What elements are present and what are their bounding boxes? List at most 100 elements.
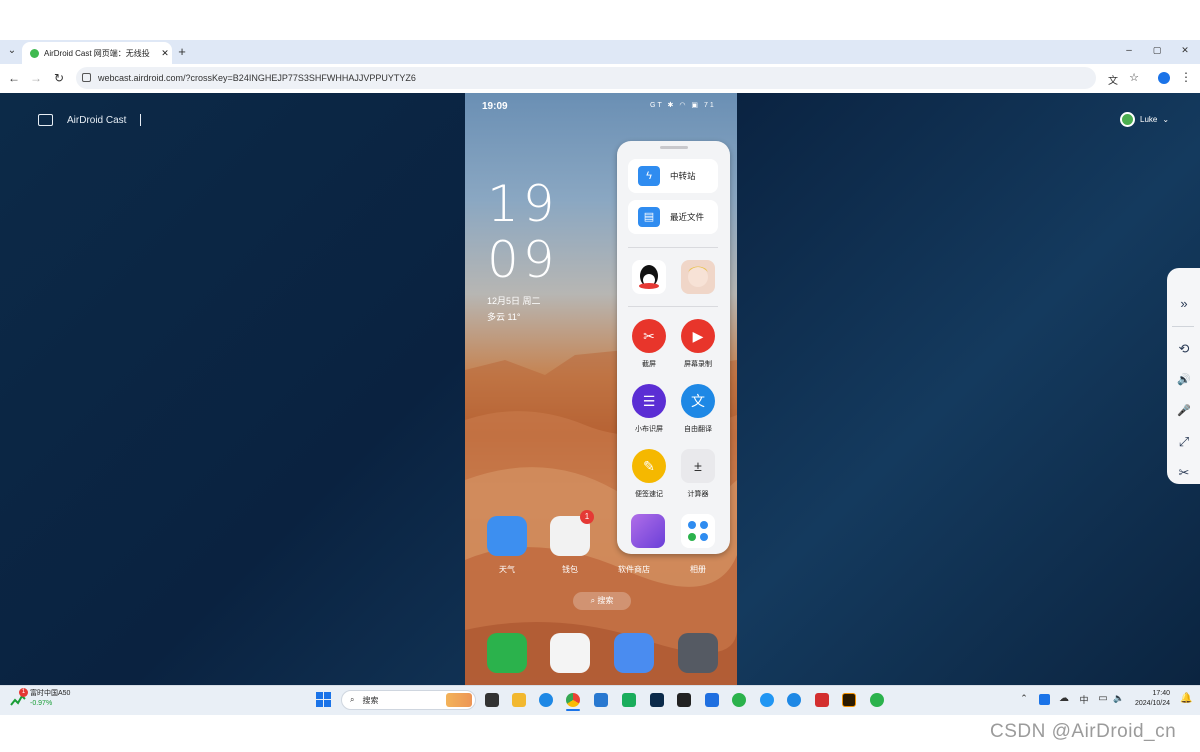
screen-record-tool[interactable]: ▶ 屏幕录制 bbox=[680, 319, 716, 369]
lightning-icon: ϟ bbox=[638, 166, 660, 186]
photoshop-icon[interactable] bbox=[650, 693, 664, 707]
forward-arrow-icon[interactable]: → bbox=[30, 71, 42, 85]
brand-divider bbox=[140, 114, 142, 126]
avatar bbox=[1120, 112, 1135, 127]
transfer-station-card[interactable]: ϟ 中转站 bbox=[628, 159, 718, 193]
tab-title: AirDroid Cast 网页端：无线投 bbox=[44, 48, 150, 58]
panel-divider bbox=[628, 306, 718, 307]
profile-icon[interactable] bbox=[1158, 72, 1170, 84]
taskbar-clock[interactable]: 17:40 2024/10/24 bbox=[1135, 689, 1170, 709]
tool-label: 截屏 bbox=[642, 361, 656, 368]
reload-icon[interactable]: ↻ bbox=[53, 71, 65, 85]
wallet-badge: 1 bbox=[580, 510, 594, 524]
airdroid-cast-icon[interactable] bbox=[870, 693, 884, 707]
recent-files-card[interactable]: ▤ 最近文件 bbox=[628, 200, 718, 234]
wechat-work-icon[interactable] bbox=[622, 693, 636, 707]
card-label: 中转站 bbox=[670, 171, 696, 181]
card-label: 最近文件 bbox=[670, 212, 705, 222]
collapse-chevron-icon[interactable]: » bbox=[1174, 294, 1194, 314]
watermark: CSDN @AirDroid_cn bbox=[990, 721, 1177, 742]
chrome-icon[interactable] bbox=[566, 693, 580, 707]
camera-app-icon[interactable] bbox=[678, 633, 718, 673]
close-window-button[interactable]: ✕ bbox=[1178, 45, 1192, 56]
task-view-icon[interactable] bbox=[485, 693, 499, 707]
capture-icon[interactable] bbox=[677, 693, 691, 707]
screen-recognition-tool[interactable]: ☰ 小布识屏 bbox=[631, 384, 667, 434]
notifications-bell-icon[interactable]: 🔔 bbox=[1180, 693, 1192, 704]
rotate-icon[interactable]: ⟲ bbox=[1174, 339, 1194, 359]
tool-label: 屏幕录制 bbox=[684, 361, 712, 368]
qq-app-icon[interactable] bbox=[632, 260, 666, 294]
tab-close-button[interactable]: ✕ bbox=[158, 48, 172, 59]
illustrator-icon[interactable] bbox=[842, 693, 856, 707]
cloud-icon[interactable]: ☁ bbox=[1058, 693, 1070, 704]
gallery-app-icon[interactable] bbox=[631, 514, 665, 548]
translate-icon[interactable]: 文 bbox=[1106, 72, 1120, 87]
airdroid-cast-brand: AirDroid Cast bbox=[38, 112, 142, 128]
tray-app-icon[interactable] bbox=[1039, 694, 1050, 705]
windows-start-icon[interactable] bbox=[316, 692, 331, 707]
browser-tab[interactable]: AirDroid Cast 网页端：无线投 ✕ bbox=[22, 42, 172, 64]
tool-label: 小布识屏 bbox=[635, 426, 663, 433]
home-search-pill[interactable]: ⌕ 搜索 bbox=[573, 592, 631, 610]
site-info-icon[interactable] bbox=[82, 73, 91, 82]
home-app-label: 钱包 bbox=[562, 565, 578, 574]
url-text: webcast.airdroid.com/?crossKey=B24INGHEJ… bbox=[98, 73, 416, 83]
home-app-label: 天气 bbox=[499, 565, 515, 574]
apps-grid-icon[interactable] bbox=[681, 514, 715, 548]
scissors-icon: ✂ bbox=[632, 319, 666, 353]
weather-app-icon[interactable] bbox=[487, 516, 527, 556]
mic-muted-icon[interactable]: 🎤 bbox=[1174, 401, 1194, 421]
clock-hour: 19 bbox=[487, 175, 559, 233]
game-app-icon[interactable] bbox=[681, 260, 715, 294]
address-bar[interactable]: webcast.airdroid.com/?crossKey=B24INGHEJ… bbox=[76, 67, 1096, 89]
date-text: 12月5日 周二 bbox=[487, 296, 541, 306]
tray-chevron-up-icon[interactable]: ⌃ bbox=[1018, 693, 1030, 704]
folder-clock-icon: ▤ bbox=[638, 207, 660, 227]
notes-tool[interactable]: ✎ 便签速记 bbox=[631, 449, 667, 499]
screenshot-tool[interactable]: ✂ 截屏 bbox=[631, 319, 667, 369]
tool-label: 自由翻译 bbox=[684, 426, 712, 433]
scan-icon: ☰ bbox=[632, 384, 666, 418]
menu-kebab-icon[interactable]: ⋮ bbox=[1180, 70, 1192, 84]
phone-app-icon[interactable] bbox=[487, 633, 527, 673]
translate-tool[interactable]: 文 自由翻译 bbox=[680, 384, 716, 434]
user-name: Luke bbox=[1140, 115, 1158, 124]
tab-search-chevron-icon[interactable]: ⌄ bbox=[6, 45, 18, 56]
cast-logo-icon bbox=[38, 114, 53, 126]
search-highlight-icon bbox=[446, 693, 472, 707]
disconnect-icon[interactable]: ✂ bbox=[1174, 463, 1194, 483]
pointer-app-icon[interactable] bbox=[705, 693, 719, 707]
new-tab-button[interactable]: + bbox=[176, 44, 188, 59]
edge-icon[interactable] bbox=[539, 693, 553, 707]
file-explorer-icon[interactable] bbox=[512, 693, 526, 707]
control-divider bbox=[1172, 326, 1194, 327]
clock-minute: 09 bbox=[487, 231, 559, 289]
calculator-tool[interactable]: ± 计算器 bbox=[680, 449, 716, 499]
brand-name: AirDroid Cast bbox=[67, 114, 127, 126]
active-app-indicator bbox=[566, 709, 580, 711]
bookmark-star-icon[interactable]: ☆ bbox=[1127, 71, 1141, 84]
notification-badge: 1 bbox=[19, 688, 28, 697]
maximize-button[interactable]: ▢ bbox=[1150, 45, 1164, 56]
user-menu[interactable]: Luke ⌄ bbox=[1120, 112, 1169, 127]
time-text: 17:40 bbox=[1152, 690, 1171, 697]
volume-icon[interactable]: 🔈 bbox=[1113, 693, 1125, 704]
pdf-icon[interactable] bbox=[815, 693, 829, 707]
browser-e-icon[interactable] bbox=[760, 693, 774, 707]
minimize-button[interactable]: – bbox=[1122, 45, 1136, 56]
chevron-down-icon: ⌄ bbox=[1162, 115, 1170, 124]
speaker-icon[interactable]: 🔊 bbox=[1174, 370, 1194, 390]
date-text: 2024/10/24 bbox=[1135, 700, 1171, 707]
messages-app-icon[interactable] bbox=[550, 633, 590, 673]
panel-handle[interactable] bbox=[660, 146, 688, 149]
browser-app-icon[interactable] bbox=[614, 633, 654, 673]
back-arrow-icon[interactable]: ← bbox=[8, 71, 20, 85]
ime-indicator[interactable]: 中 bbox=[1078, 693, 1090, 706]
home-app-label: 相册 bbox=[690, 565, 706, 574]
qq-browser-icon[interactable] bbox=[787, 693, 801, 707]
fullscreen-icon[interactable]: ⤢ bbox=[1174, 432, 1194, 452]
store-icon[interactable] bbox=[594, 693, 608, 707]
network-icon[interactable]: ▭ bbox=[1097, 693, 1109, 704]
wechat-icon[interactable] bbox=[732, 693, 746, 707]
